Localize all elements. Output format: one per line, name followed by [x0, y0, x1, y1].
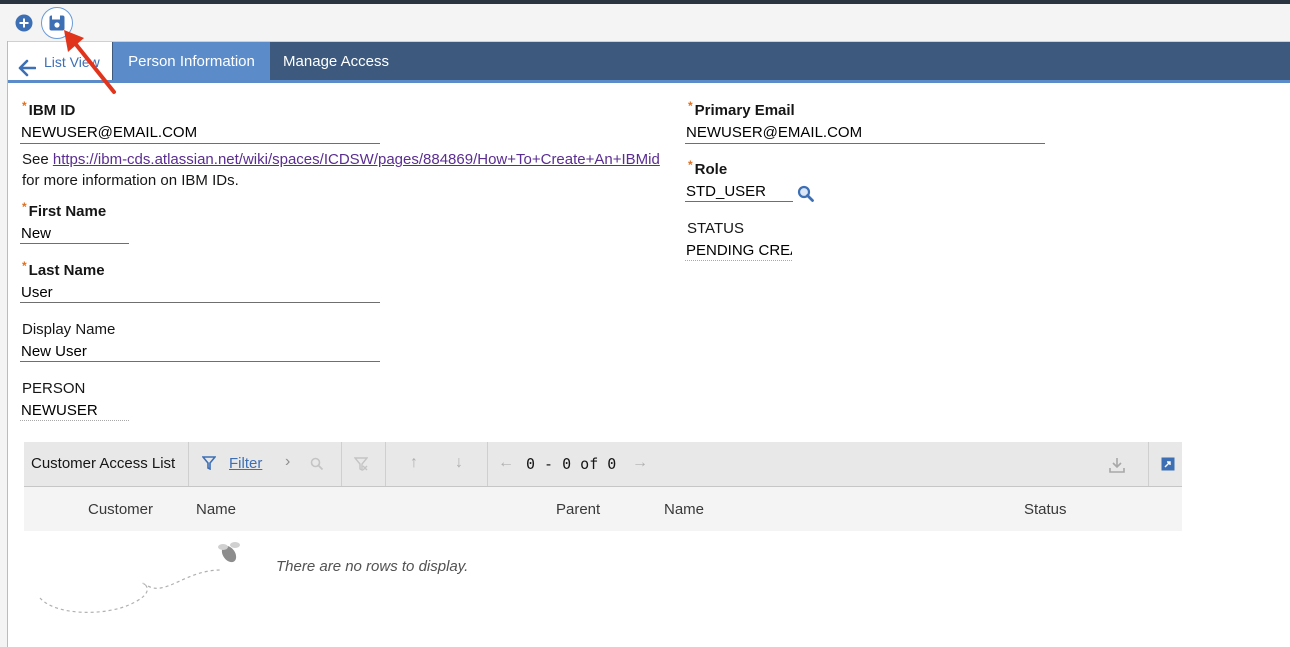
annotation-arrow-icon	[64, 30, 116, 94]
main-toolbar	[0, 4, 1290, 42]
arrow-left-icon	[18, 53, 37, 77]
column-header-name[interactable]: Name	[196, 487, 236, 533]
filter-link[interactable]: Filter	[229, 442, 262, 486]
ibmid-help-link[interactable]: https://ibm-cds.atlassian.net/wiki/space…	[53, 151, 660, 168]
previous-page-icon[interactable]: ←	[498, 454, 514, 472]
ibm-id-help-text-suffix: for more information on IBM IDs.	[22, 172, 239, 189]
primary-email-field[interactable]: NEWUSER@EMAIL.COM	[685, 124, 1045, 144]
last-name-label: * Last Name	[22, 259, 105, 279]
last-name-field[interactable]: User	[20, 284, 380, 303]
tab-person-information[interactable]: Person Information	[113, 42, 270, 80]
ibm-id-help-text: See https://ibm-cds.atlassian.net/wiki/s…	[22, 151, 660, 168]
column-header-parent[interactable]: Parent	[556, 487, 600, 533]
person-label: PERSON	[22, 380, 86, 397]
clear-filter-icon[interactable]	[353, 457, 369, 476]
tab-bar: List View Person Information Manage Acce…	[8, 42, 1290, 83]
new-record-button[interactable]	[14, 13, 34, 33]
left-edge-strip	[0, 41, 8, 647]
maximize-grid-icon[interactable]	[1161, 457, 1175, 476]
required-marker: *	[22, 99, 27, 113]
required-marker: *	[22, 259, 27, 273]
ibm-id-label: * IBM ID	[22, 99, 76, 119]
ibm-id-field[interactable]: NEWUSER@EMAIL.COM	[20, 124, 380, 144]
person-field: NEWUSER	[20, 402, 129, 421]
required-marker: *	[22, 200, 27, 214]
first-name-field[interactable]: New	[20, 225, 129, 244]
required-marker: *	[688, 99, 693, 113]
tab-manage-access[interactable]: Manage Access	[271, 42, 401, 80]
empty-grid-message: There are no rows to display.	[276, 558, 469, 575]
column-header-status[interactable]: Status	[1024, 487, 1067, 533]
next-page-icon[interactable]: →	[632, 454, 648, 472]
role-field[interactable]: STD_USER	[685, 183, 793, 202]
empty-state-bee-icon	[39, 542, 240, 613]
required-marker: *	[688, 158, 693, 172]
primary-email-label: * Primary Email	[688, 99, 795, 119]
customer-access-grid-header: Customer Name Parent Name Status	[24, 487, 1182, 531]
display-name-field[interactable]: New User	[20, 343, 380, 362]
status-field: PENDING CREA	[685, 242, 792, 261]
pagination-range: 0 - 0 of 0	[526, 455, 617, 473]
grid-search-icon[interactable]	[310, 457, 324, 476]
arrow-down-icon[interactable]: ↓	[455, 454, 463, 472]
plus-circle-icon	[15, 14, 33, 32]
column-header-customer[interactable]: Customer	[88, 487, 153, 533]
column-header-parent-name[interactable]: Name	[664, 487, 704, 533]
first-name-label: * First Name	[22, 200, 107, 220]
customer-access-grid-toolbar: Customer Access List Filter › ↑ ↓ ← 0 - …	[24, 442, 1182, 487]
role-lookup-search-icon[interactable]	[797, 185, 815, 203]
filter-icon[interactable]	[201, 456, 217, 475]
grid-title: Customer Access List	[31, 455, 176, 472]
arrow-up-icon[interactable]: ↑	[410, 454, 418, 472]
role-label: * Role	[688, 158, 728, 178]
chevron-right-icon[interactable]: ›	[285, 453, 290, 471]
status-label: STATUS	[687, 220, 744, 237]
download-icon[interactable]	[1108, 456, 1126, 479]
display-name-label: Display Name	[22, 321, 116, 338]
